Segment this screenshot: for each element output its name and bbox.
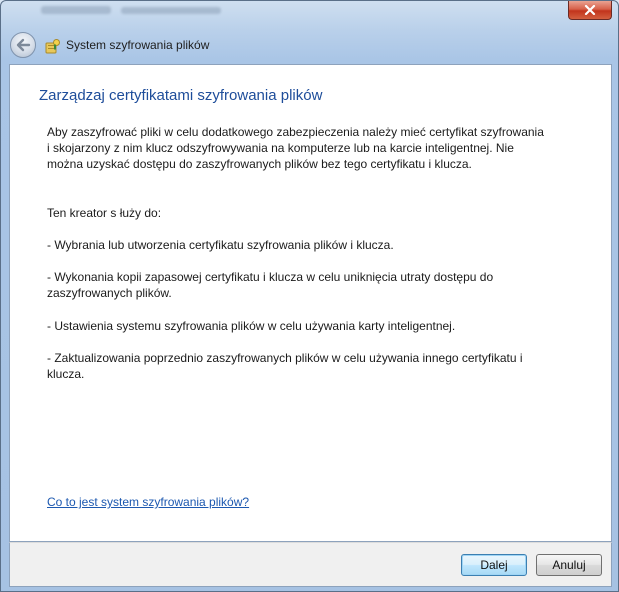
purpose-text: Ten kreator s łuży do: xyxy=(47,206,162,220)
wizard-nav-bar: System szyfrowania plików xyxy=(1,27,618,64)
button-bar: Dalej Anuluj xyxy=(9,542,612,587)
bullet-item-1: - Wybrania lub utworzenia certyfikatu sz… xyxy=(47,238,394,252)
wizard-window: System szyfrowania plików Zarządzaj cert… xyxy=(0,0,619,592)
back-arrow-icon xyxy=(16,38,31,52)
encryption-key-icon xyxy=(45,39,60,54)
blurred-background-title xyxy=(41,3,241,19)
intro-paragraph: Aby zaszyfrować pliki w celu dodatkowego… xyxy=(47,125,544,171)
bullet-item-4: - Zaktualizowania poprzednio zaszyfrowan… xyxy=(47,351,523,381)
cancel-button[interactable]: Anuluj xyxy=(536,554,602,576)
back-button[interactable] xyxy=(10,32,36,58)
title-bar[interactable] xyxy=(1,1,618,27)
next-button[interactable]: Dalej xyxy=(461,554,527,576)
wizard-title: System szyfrowania plików xyxy=(66,38,210,52)
page-heading: Zarządzaj certyfikatami szyfrowania plik… xyxy=(39,87,323,104)
help-link[interactable]: Co to jest system szyfrowania plików? xyxy=(47,495,249,509)
bullet-item-3: - Ustawienia systemu szyfrowania plików … xyxy=(47,319,456,333)
bullet-item-2: - Wykonania kopii zapasowej certyfikatu … xyxy=(47,270,494,300)
close-icon xyxy=(584,5,596,15)
close-button[interactable] xyxy=(568,1,612,20)
